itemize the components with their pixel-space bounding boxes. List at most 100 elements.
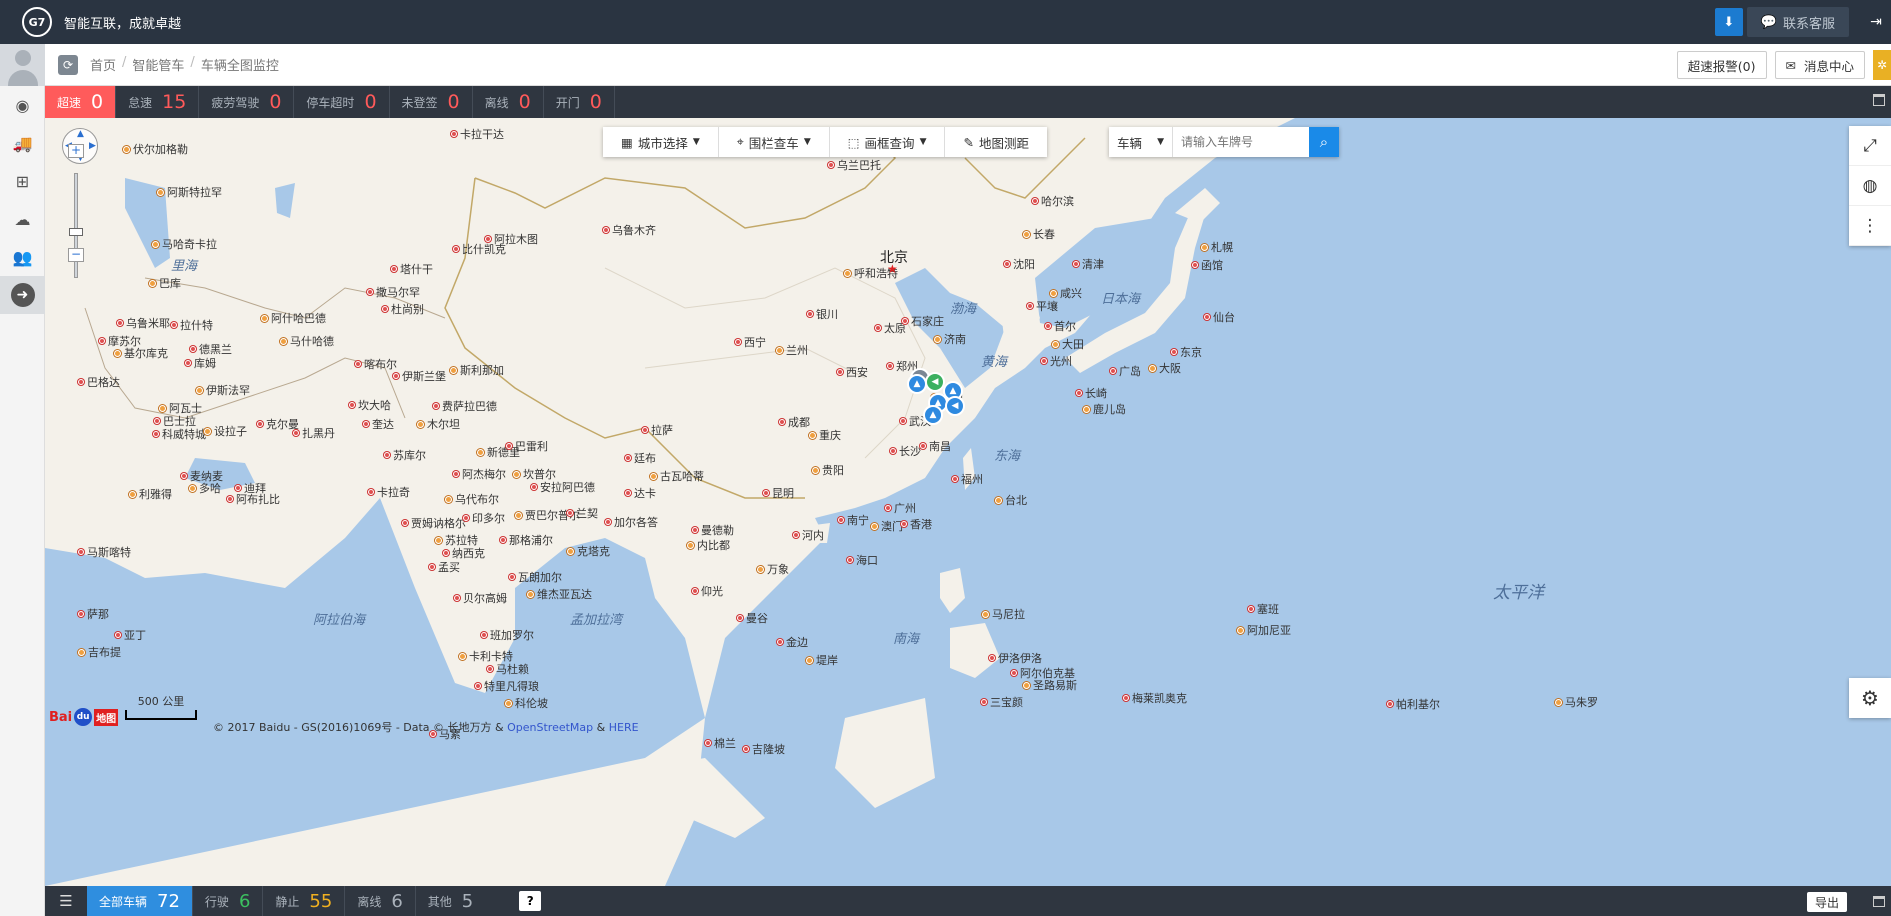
sidebar-item-cloud[interactable]: ☁ (0, 200, 45, 238)
sea-label: 太平洋 (1493, 583, 1544, 603)
fence-query-dropdown[interactable]: ⌖ 围栏查车 ▼ (719, 127, 830, 157)
tab-overspeed[interactable]: 超速 0 (45, 86, 117, 118)
maximize-icon[interactable] (1873, 94, 1885, 106)
tab-label: 离线 (484, 95, 509, 110)
tab-all-vehicles[interactable]: 全部车辆 72 (87, 886, 193, 916)
city-dot-icon (777, 639, 783, 645)
city-dot-icon (1004, 261, 1010, 267)
help-button[interactable]: ? (519, 891, 542, 911)
maximize-icon[interactable] (1873, 896, 1885, 907)
city-dot-icon (196, 386, 203, 394)
logout-icon[interactable]: ⇥ (1861, 14, 1891, 30)
list-toggle-icon[interactable]: ☰ (45, 886, 87, 916)
pan-up-icon[interactable]: ▲ (77, 129, 84, 139)
city-dot-icon (513, 470, 520, 478)
avatar[interactable] (0, 43, 45, 86)
search-icon[interactable]: ⌕ (1309, 127, 1339, 157)
tab-driving[interactable]: 行驶 6 (193, 886, 264, 916)
vehicle-marker[interactable]: ▲ (923, 405, 943, 425)
vehicle-marker[interactable]: ◀ (925, 372, 945, 392)
tab-not-signed[interactable]: 未登签 0 (390, 86, 473, 118)
here-link[interactable]: HERE (609, 721, 639, 734)
baidu-logo-map-text: 地图 (94, 708, 119, 726)
tab-parking-timeout[interactable]: 停车超时 0 (294, 86, 390, 118)
city-label: 长崎 (1076, 385, 1107, 401)
zoom-out-button[interactable]: − (68, 248, 84, 262)
sidebar-item-org[interactable]: ⊞ (0, 162, 45, 200)
ruler-icon: ✎ (963, 134, 974, 150)
search-type-select[interactable]: 车辆 ▼ (1109, 127, 1173, 157)
city-select-dropdown[interactable]: ▦ 城市选择 ▼ (603, 127, 719, 157)
vehicle-marker[interactable]: ▲ (907, 374, 927, 394)
customer-service-button[interactable]: 💬 联系客服 (1746, 7, 1849, 37)
city-label: 乌代布尔 (445, 491, 499, 507)
city-dot-icon (78, 648, 85, 656)
city-dot-icon (454, 595, 460, 601)
pan-right-icon[interactable]: ▶ (89, 141, 96, 151)
sea-label: 黄海 (981, 355, 1008, 370)
city-name: 西安 (846, 366, 868, 379)
settings-gear-icon[interactable]: ✲ (1873, 50, 1891, 80)
city-name: 克塔克 (577, 545, 610, 558)
breadcrumb-smart-fleet[interactable]: 智能管车 (132, 55, 184, 74)
city-label: 比什凯克 (453, 241, 506, 257)
sidebar-item-users[interactable]: 👥 (0, 238, 45, 276)
city-dot-icon (1204, 314, 1210, 320)
tab-stationary[interactable]: 静止 55 (263, 886, 346, 916)
refresh-icon[interactable]: ⟳ (58, 54, 78, 75)
traffic-light-icon[interactable]: ⋮ (1849, 206, 1891, 246)
city-dot-icon (1027, 303, 1033, 309)
city-label: 圣路易斯 (1023, 677, 1077, 693)
city-name: 阿什哈巴德 (271, 312, 326, 325)
tab-fatigue[interactable]: 疲劳驾驶 0 (199, 86, 295, 118)
map-canvas[interactable]: 伏尔加格勒 卡拉干达 乌兰巴托 阿斯特拉罕 乌鲁木齐 阿拉木图 马哈奇卡拉 比什凯克 塔什干 巴库… (45, 118, 1891, 886)
fullscreen-icon[interactable]: ⤢ (1849, 126, 1891, 166)
tab-other[interactable]: 其他 5 (416, 886, 485, 916)
city-name: 特里凡得琅 (484, 680, 539, 693)
tab-idle[interactable]: 怠速 15 (116, 86, 200, 118)
city-label: 平壤 (1027, 298, 1058, 314)
zoom-in-button[interactable]: + (68, 144, 84, 158)
city-name: 伊斯兰堡 (402, 370, 446, 383)
city-dot-icon (1192, 262, 1198, 268)
city-label: 长沙 (890, 443, 921, 459)
city-label: 乌鲁米耶 (117, 315, 170, 331)
city-name: 大田 (1062, 338, 1084, 351)
city-dot-icon (934, 335, 941, 343)
zoom-slider-handle[interactable] (69, 228, 83, 236)
vehicle-marker[interactable]: ◀ (945, 396, 965, 416)
osm-link[interactable]: OpenStreetMap (507, 721, 593, 734)
tab-offline[interactable]: 离线 0 (473, 86, 544, 118)
city-name: 马什哈德 (290, 335, 334, 348)
city-label: 万象 (757, 561, 789, 577)
tab-label: 停车超时 (306, 95, 355, 110)
export-button[interactable]: 导出 (1806, 892, 1847, 912)
measure-distance-button[interactable]: ✎ 地图测距 (945, 127, 1047, 157)
plate-search-input[interactable] (1173, 127, 1309, 157)
breadcrumb-home[interactable]: 首页 (90, 55, 116, 74)
sidebar-item-vehicles[interactable]: 🚚 (0, 124, 45, 162)
map-settings-gear-icon[interactable]: ⚙ (1849, 678, 1891, 718)
city-name: 廷布 (634, 452, 656, 465)
city-name: 西宁 (744, 336, 766, 349)
caret-down-icon: ▼ (1157, 137, 1164, 147)
zoom-slider[interactable] (74, 173, 78, 278)
tab-door-open[interactable]: 开门 0 (544, 86, 615, 118)
city-dot-icon (391, 266, 397, 272)
speed-alarm-button[interactable]: 超速报警(0) (1676, 51, 1767, 79)
sidebar-item-expand[interactable]: ➜ (0, 276, 45, 314)
city-dot-icon (737, 615, 743, 621)
globe-icon[interactable]: ◍ (1849, 166, 1891, 206)
sidebar-item-dashboard[interactable]: ◉ (0, 86, 45, 124)
download-icon[interactable]: ⬇ (1714, 8, 1743, 36)
city-name: 阿布扎比 (236, 493, 280, 506)
city-name: 堤岸 (816, 654, 838, 667)
city-name: 塞班 (1257, 603, 1279, 616)
city-dot-icon (838, 517, 844, 523)
box-query-dropdown[interactable]: ⬚ 画框查询 ▼ (830, 127, 946, 157)
city-label: 费萨拉巴德 (433, 398, 497, 414)
city-label: 伊斯兰堡 (393, 368, 446, 384)
city-label: 阿布扎比 (227, 491, 280, 507)
message-center-button[interactable]: ✉ 消息中心 (1774, 51, 1865, 79)
tab-offline-vehicles[interactable]: 离线 6 (345, 886, 416, 916)
